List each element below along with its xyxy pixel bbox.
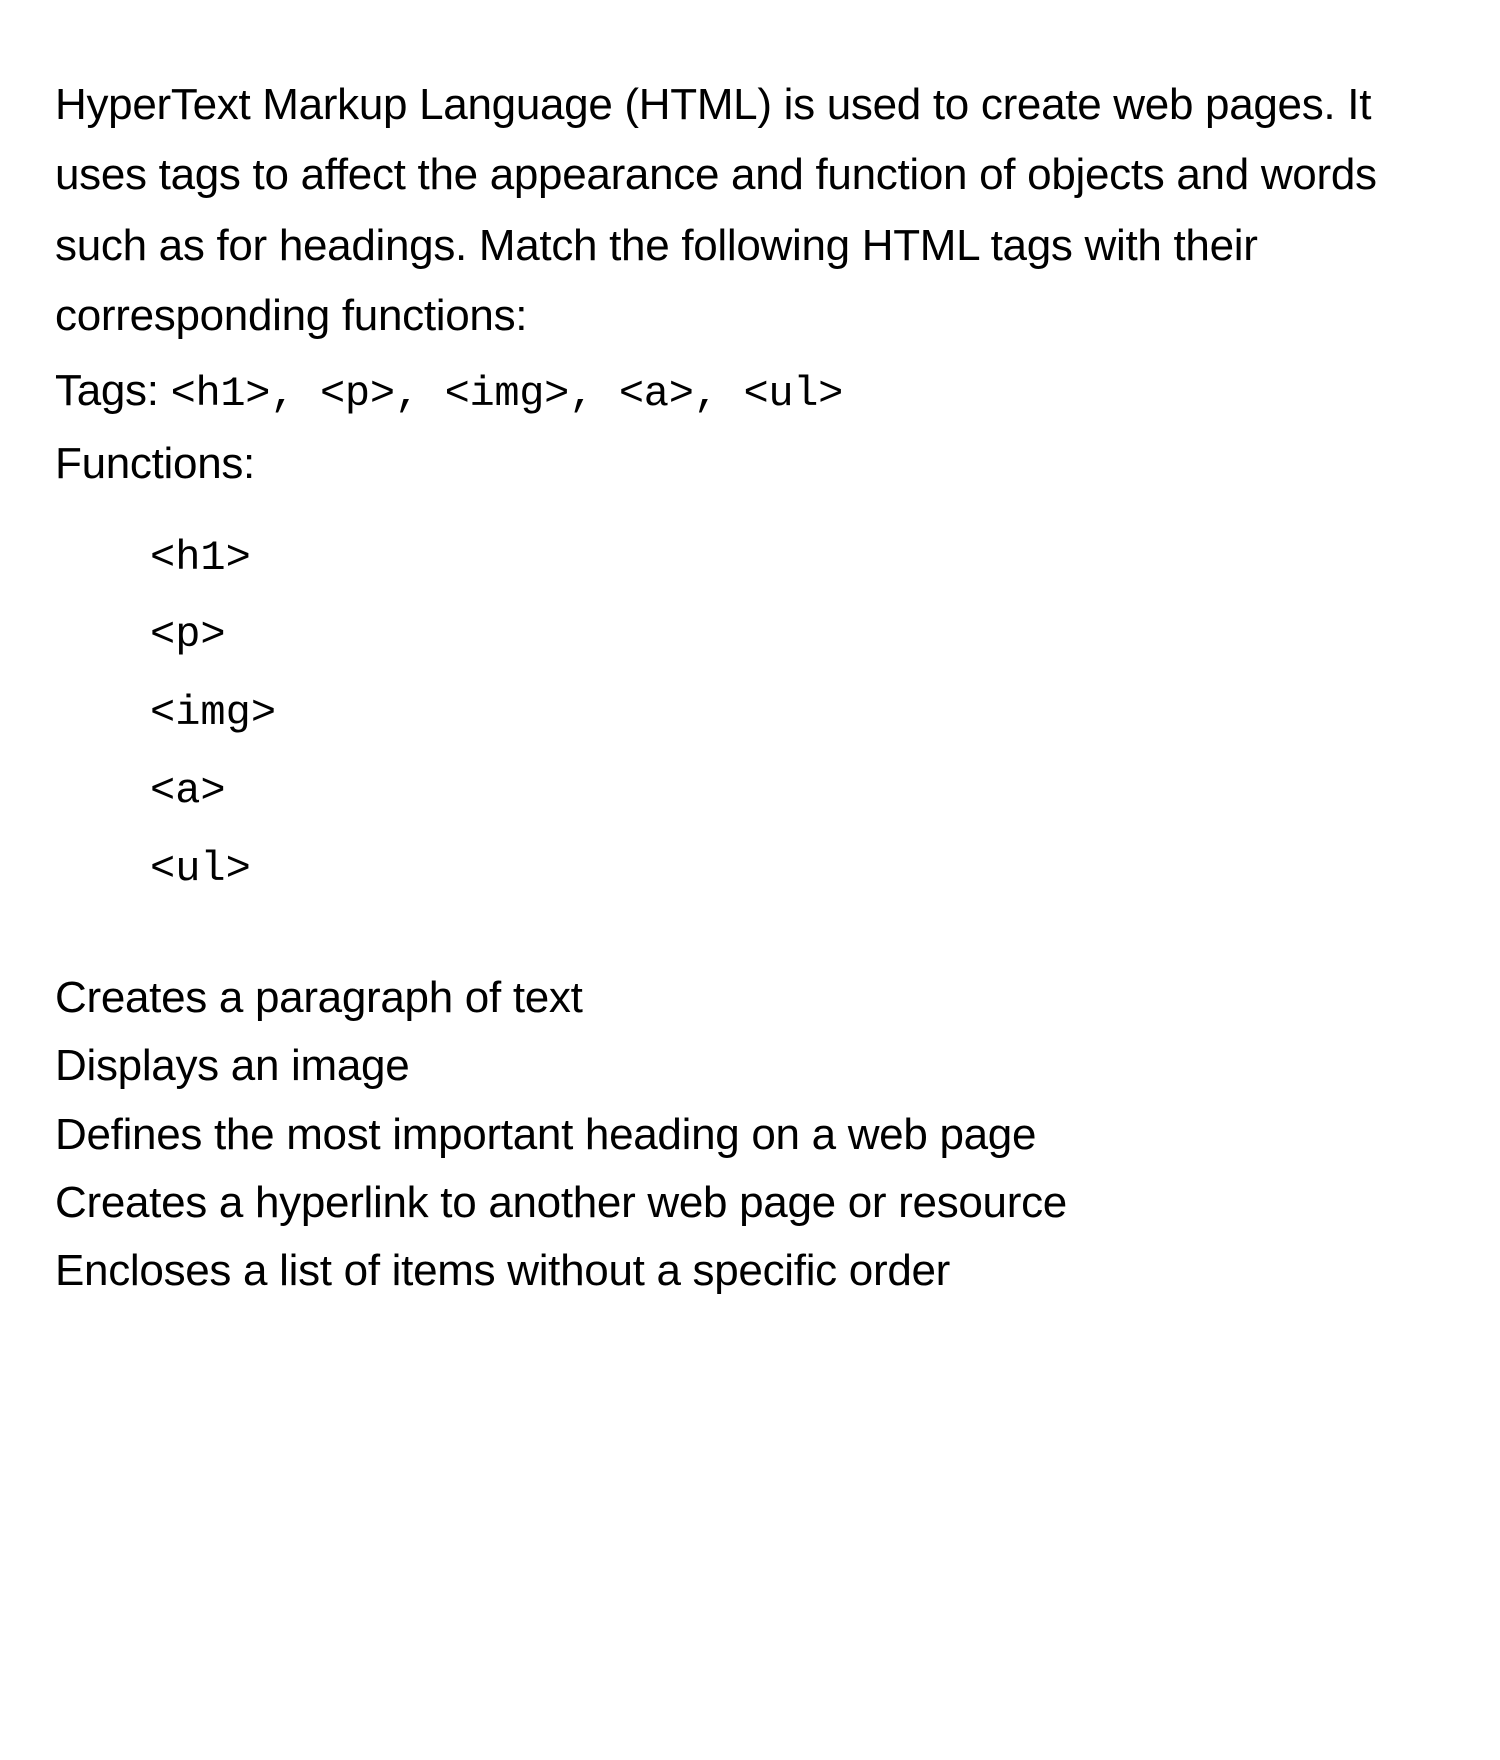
function-description: Displays an image — [55, 1032, 1445, 1100]
tag-list-item: <h1> — [150, 520, 1445, 598]
tags-label: Tags: — [55, 366, 171, 415]
tag-list-item: <a> — [150, 753, 1445, 831]
tag-inline-a: <a> — [619, 370, 694, 418]
functions-list: Creates a paragraph of text Displays an … — [55, 964, 1445, 1305]
comma: , — [694, 370, 744, 418]
tag-inline-h1: <h1> — [171, 370, 271, 418]
comma: , — [569, 370, 619, 418]
function-description: Creates a paragraph of text — [55, 964, 1445, 1032]
function-description: Encloses a list of items without a speci… — [55, 1237, 1445, 1305]
tag-inline-img: <img> — [445, 370, 570, 418]
tag-inline-p: <p> — [320, 370, 395, 418]
functions-label: Functions: — [55, 429, 1445, 499]
tag-list-item: <ul> — [150, 831, 1445, 909]
comma: , — [395, 370, 445, 418]
tag-list: <h1> <p> <img> <a> <ul> — [150, 520, 1445, 908]
function-description: Creates a hyperlink to another web page … — [55, 1169, 1445, 1237]
tags-line: Tags: <h1>, <p>, <img>, <a>, <ul> — [55, 360, 1445, 424]
comma: , — [270, 370, 320, 418]
tag-inline-ul: <ul> — [743, 370, 843, 418]
tag-list-item: <img> — [150, 675, 1445, 753]
function-description: Defines the most important heading on a … — [55, 1101, 1445, 1169]
tag-list-item: <p> — [150, 597, 1445, 675]
intro-paragraph: HyperText Markup Language (HTML) is used… — [55, 70, 1445, 352]
